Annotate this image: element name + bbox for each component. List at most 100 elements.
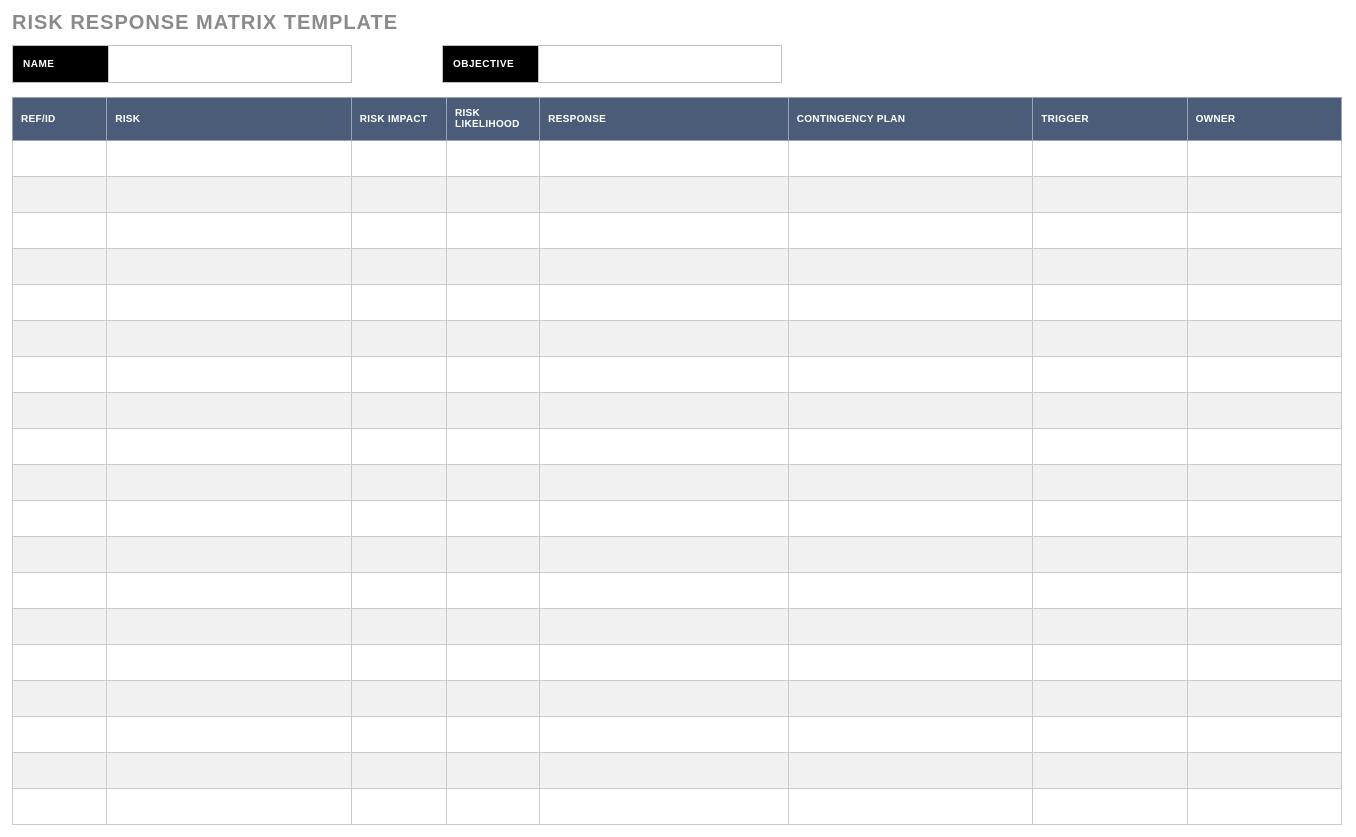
cell-input-contingency[interactable]	[795, 177, 1027, 212]
cell-input-risk[interactable]	[113, 429, 345, 464]
cell-input-contingency[interactable]	[795, 645, 1027, 680]
cell-input-risk[interactable]	[113, 645, 345, 680]
cell-input-risk_likelihood[interactable]	[453, 429, 533, 464]
cell-input-owner[interactable]	[1194, 465, 1335, 500]
cell-input-ref_id[interactable]	[19, 321, 100, 356]
cell-input-risk_impact[interactable]	[358, 717, 440, 752]
cell-input-risk_likelihood[interactable]	[453, 141, 533, 176]
cell-input-risk_likelihood[interactable]	[453, 285, 533, 320]
cell-input-owner[interactable]	[1194, 789, 1335, 824]
cell-input-response[interactable]	[546, 501, 782, 536]
cell-input-contingency[interactable]	[795, 429, 1027, 464]
cell-input-risk_likelihood[interactable]	[453, 357, 533, 392]
cell-input-risk_impact[interactable]	[358, 681, 440, 716]
cell-input-risk[interactable]	[113, 141, 345, 176]
cell-input-contingency[interactable]	[795, 285, 1027, 320]
cell-input-owner[interactable]	[1194, 357, 1335, 392]
cell-input-response[interactable]	[546, 321, 782, 356]
cell-input-risk_impact[interactable]	[358, 141, 440, 176]
cell-input-owner[interactable]	[1194, 681, 1335, 716]
cell-input-response[interactable]	[546, 213, 782, 248]
objective-input[interactable]	[538, 45, 782, 83]
cell-input-trigger[interactable]	[1039, 429, 1180, 464]
cell-input-ref_id[interactable]	[19, 249, 100, 284]
name-input[interactable]	[108, 45, 352, 83]
cell-input-response[interactable]	[546, 645, 782, 680]
cell-input-trigger[interactable]	[1039, 285, 1180, 320]
cell-input-response[interactable]	[546, 681, 782, 716]
cell-input-trigger[interactable]	[1039, 321, 1180, 356]
cell-input-contingency[interactable]	[795, 249, 1027, 284]
cell-input-trigger[interactable]	[1039, 393, 1180, 428]
cell-input-ref_id[interactable]	[19, 285, 100, 320]
cell-input-risk[interactable]	[113, 177, 345, 212]
cell-input-ref_id[interactable]	[19, 429, 100, 464]
cell-input-contingency[interactable]	[795, 609, 1027, 644]
cell-input-owner[interactable]	[1194, 609, 1335, 644]
cell-input-risk_likelihood[interactable]	[453, 609, 533, 644]
cell-input-response[interactable]	[546, 357, 782, 392]
cell-input-trigger[interactable]	[1039, 537, 1180, 572]
cell-input-risk[interactable]	[113, 357, 345, 392]
cell-input-risk_impact[interactable]	[358, 573, 440, 608]
cell-input-contingency[interactable]	[795, 141, 1027, 176]
cell-input-risk_likelihood[interactable]	[453, 501, 533, 536]
cell-input-risk_likelihood[interactable]	[453, 537, 533, 572]
cell-input-trigger[interactable]	[1039, 501, 1180, 536]
cell-input-owner[interactable]	[1194, 249, 1335, 284]
cell-input-owner[interactable]	[1194, 141, 1335, 176]
cell-input-trigger[interactable]	[1039, 465, 1180, 500]
cell-input-risk_likelihood[interactable]	[453, 465, 533, 500]
cell-input-ref_id[interactable]	[19, 681, 100, 716]
cell-input-ref_id[interactable]	[19, 573, 100, 608]
cell-input-contingency[interactable]	[795, 573, 1027, 608]
cell-input-risk_likelihood[interactable]	[453, 321, 533, 356]
cell-input-ref_id[interactable]	[19, 789, 100, 824]
cell-input-ref_id[interactable]	[19, 537, 100, 572]
cell-input-trigger[interactable]	[1039, 249, 1180, 284]
cell-input-trigger[interactable]	[1039, 645, 1180, 680]
cell-input-owner[interactable]	[1194, 177, 1335, 212]
cell-input-risk[interactable]	[113, 249, 345, 284]
cell-input-risk_impact[interactable]	[358, 501, 440, 536]
cell-input-trigger[interactable]	[1039, 573, 1180, 608]
cell-input-risk[interactable]	[113, 609, 345, 644]
cell-input-response[interactable]	[546, 429, 782, 464]
cell-input-contingency[interactable]	[795, 753, 1027, 788]
cell-input-response[interactable]	[546, 537, 782, 572]
cell-input-owner[interactable]	[1194, 753, 1335, 788]
cell-input-risk_impact[interactable]	[358, 321, 440, 356]
cell-input-trigger[interactable]	[1039, 681, 1180, 716]
cell-input-contingency[interactable]	[795, 717, 1027, 752]
cell-input-contingency[interactable]	[795, 501, 1027, 536]
cell-input-risk_impact[interactable]	[358, 465, 440, 500]
cell-input-risk_impact[interactable]	[358, 537, 440, 572]
cell-input-risk_likelihood[interactable]	[453, 249, 533, 284]
cell-input-risk_likelihood[interactable]	[453, 717, 533, 752]
cell-input-contingency[interactable]	[795, 465, 1027, 500]
cell-input-risk_impact[interactable]	[358, 753, 440, 788]
cell-input-ref_id[interactable]	[19, 393, 100, 428]
cell-input-risk_likelihood[interactable]	[453, 573, 533, 608]
cell-input-risk_impact[interactable]	[358, 429, 440, 464]
cell-input-risk[interactable]	[113, 321, 345, 356]
cell-input-risk_impact[interactable]	[358, 789, 440, 824]
cell-input-risk_impact[interactable]	[358, 213, 440, 248]
cell-input-ref_id[interactable]	[19, 213, 100, 248]
cell-input-trigger[interactable]	[1039, 609, 1180, 644]
cell-input-owner[interactable]	[1194, 393, 1335, 428]
cell-input-contingency[interactable]	[795, 321, 1027, 356]
cell-input-contingency[interactable]	[795, 537, 1027, 572]
cell-input-trigger[interactable]	[1039, 357, 1180, 392]
cell-input-risk[interactable]	[113, 681, 345, 716]
cell-input-response[interactable]	[546, 177, 782, 212]
cell-input-contingency[interactable]	[795, 789, 1027, 824]
cell-input-risk_impact[interactable]	[358, 177, 440, 212]
cell-input-owner[interactable]	[1194, 321, 1335, 356]
cell-input-risk[interactable]	[113, 501, 345, 536]
cell-input-ref_id[interactable]	[19, 501, 100, 536]
cell-input-owner[interactable]	[1194, 645, 1335, 680]
cell-input-risk_impact[interactable]	[358, 609, 440, 644]
cell-input-owner[interactable]	[1194, 537, 1335, 572]
cell-input-owner[interactable]	[1194, 213, 1335, 248]
